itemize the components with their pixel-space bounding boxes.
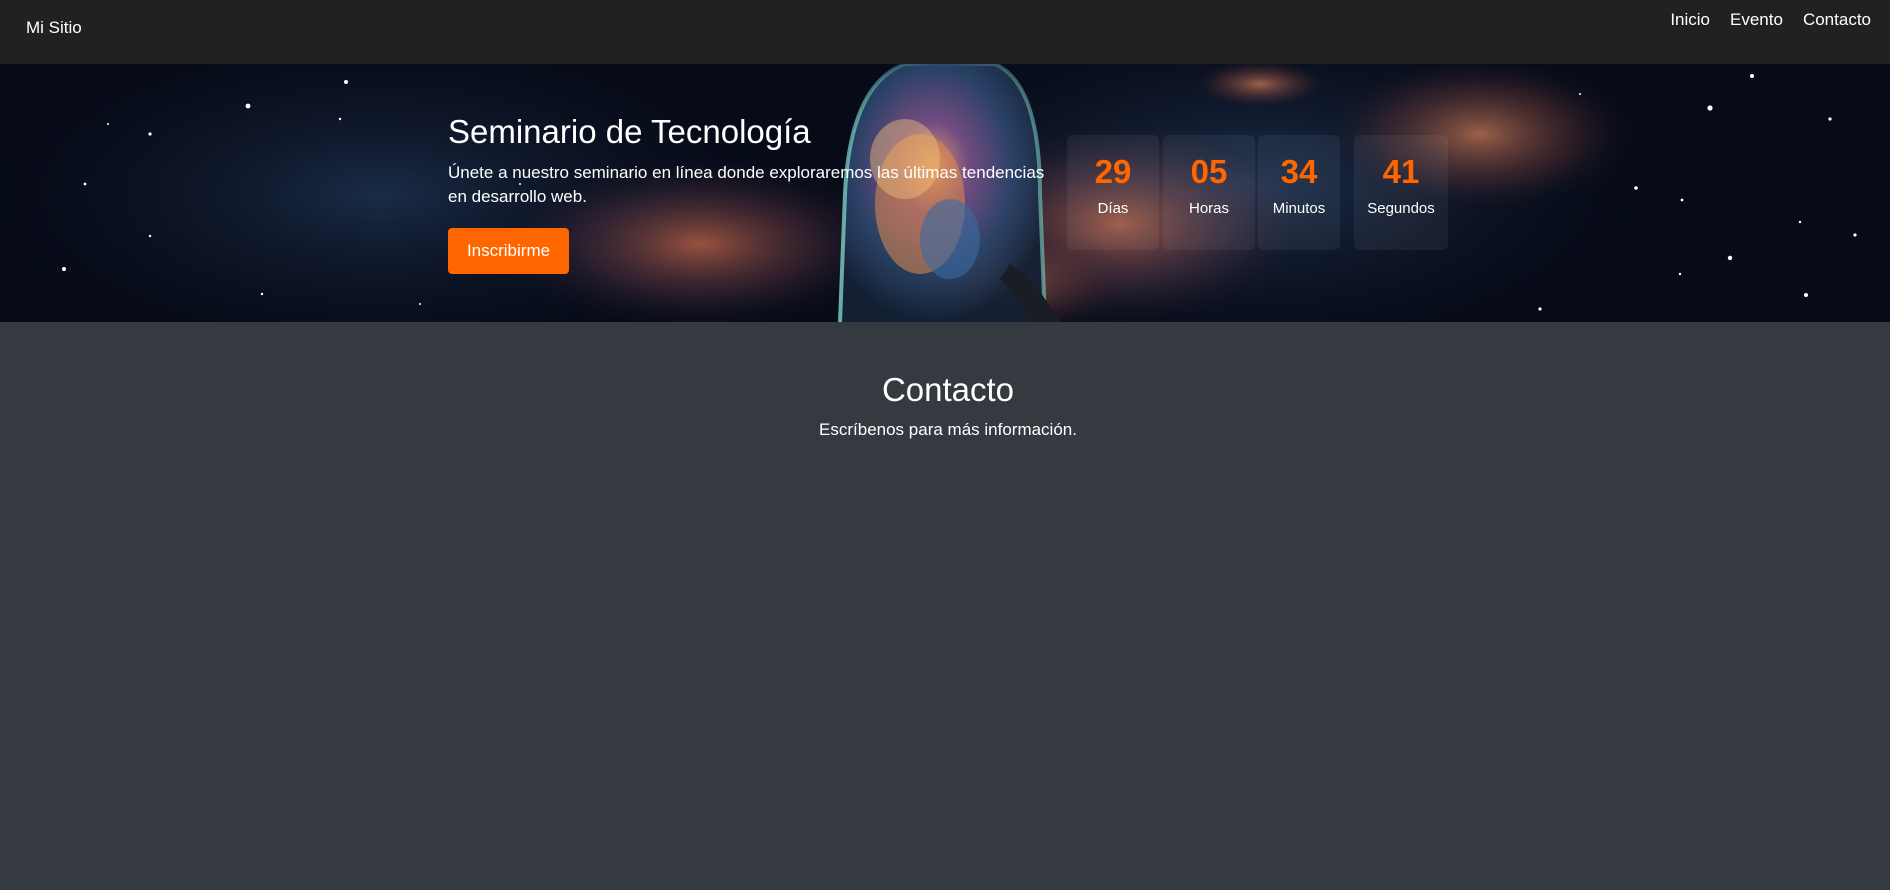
hero-description: Únete a nuestro seminario en línea donde… (448, 163, 1045, 206)
countdown-minutes-label: Minutos (1272, 200, 1326, 217)
countdown-days-value: 29 (1094, 153, 1132, 190)
countdown-days-label: Días (1097, 200, 1129, 217)
top-navbar: Mi Sitio Inicio Evento Contacto (0, 0, 1890, 64)
hero-title: Seminario de Tecnología (448, 113, 811, 150)
contact-section: Contacto Escríbenos para más información… (0, 322, 1890, 890)
register-button[interactable]: Inscribirme (448, 228, 569, 274)
site-brand-link[interactable]: Mi Sitio (26, 17, 82, 39)
nav-link-evento[interactable]: Evento (1730, 9, 1783, 31)
contact-title: Contacto (881, 371, 1015, 408)
countdown-days: 29 Días (1067, 135, 1159, 250)
countdown-seconds-label: Segundos (1367, 200, 1435, 217)
countdown-minutes: 34 Minutos (1258, 135, 1340, 250)
countdown-seconds: 41 Segundos (1354, 135, 1448, 250)
nav-link-inicio[interactable]: Inicio (1670, 9, 1710, 31)
countdown-minutes-value: 34 (1280, 153, 1318, 190)
contact-subtitle: Escríbenos para más información. (819, 420, 1077, 439)
countdown-hours-value: 05 (1190, 153, 1228, 190)
countdown-hours-label: Horas (1188, 200, 1229, 217)
nav-link-contacto[interactable]: Contacto (1803, 9, 1871, 31)
nav-links: Inicio Evento Contacto (1650, 9, 1871, 31)
hero-section: Seminario de Tecnología Únete a nuestro … (0, 64, 1890, 322)
countdown-seconds-value: 41 (1382, 153, 1420, 190)
countdown-hours: 05 Horas (1163, 135, 1255, 250)
